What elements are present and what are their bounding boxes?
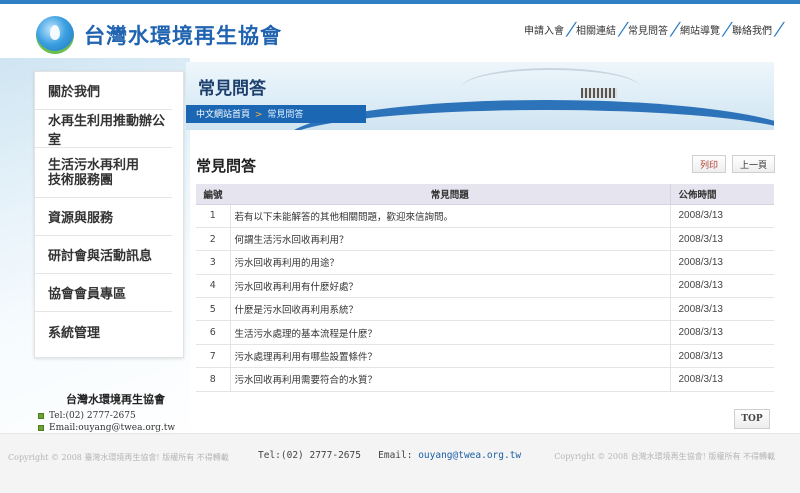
banner-title: 常見問答 — [198, 79, 266, 99]
row-num: 8 — [196, 367, 231, 392]
bullet-icon — [38, 425, 44, 431]
table-row: 1 若有以下未能解答的其他相關問題，歡迎來信詢問。 2008/3/13 — [196, 204, 774, 228]
footer-contact: Tel:(02) 2777-2675 Email: ouyang@twea.or… — [258, 450, 521, 461]
row-question-link[interactable]: 生活污水處理的基本流程是什麼？ — [230, 320, 670, 345]
row-date: 2008/3/13 — [669, 204, 774, 228]
org-info: 台灣水環境再生協會 Tel:(02) 2777-2675 Email:ouyan… — [38, 391, 175, 435]
row-question-link[interactable]: 什麼是污水回收再利用系統？ — [230, 297, 670, 322]
org-tel-line: Tel:(02) 2777-2675 — [38, 411, 175, 421]
table-row: 6 生活污水處理的基本流程是什麼？ 2008/3/13 — [196, 320, 774, 345]
row-num: 5 — [196, 297, 231, 322]
bullet-icon — [38, 413, 44, 419]
sidebar-menu: 關於我們 水再生利用推動辦公室 生活污水再利用 技術服務團 資源與服務 研討會與… — [34, 71, 184, 358]
row-question-link[interactable]: 污水處理再利用有哪些設置條件？ — [230, 344, 670, 369]
sidebar-item-about[interactable]: 關於我們 — [35, 72, 172, 110]
nav-join[interactable]: 申請入會 — [520, 22, 568, 37]
footer-copyright-left: Copyright © 2008 臺灣水環境再生協會! 版權所有 不得轉載 — [8, 453, 229, 462]
org-email[interactable]: Email:ouyang@twea.org.tw — [49, 423, 175, 433]
water-drop-logo-icon — [36, 16, 74, 54]
table-row: 2 何謂生活污水回收再利用？ 2008/3/13 — [196, 227, 774, 252]
row-date: 2008/3/13 — [669, 274, 774, 299]
footer-copyright-right: Copyright © 2008 台灣水環境再生協會! 版權所有 不得轉載 — [554, 452, 775, 461]
org-email-line: Email:ouyang@twea.org.tw — [38, 423, 175, 433]
row-question-link[interactable]: 何謂生活污水回收再利用？ — [230, 227, 670, 252]
banner-decoration-pattern — [581, 88, 617, 98]
faq-header-row: 編號 常見問題 公佈時間 — [196, 184, 774, 205]
breadcrumb-separator: > — [254, 110, 263, 120]
sidebar-item-tech-service[interactable]: 生活污水再利用 技術服務團 — [35, 148, 172, 198]
nav-sitemap[interactable]: 網站導覽 — [676, 22, 724, 37]
row-question-link[interactable]: 污水回收再利用需要符合的水質？ — [230, 367, 670, 392]
action-buttons: 列印 上一頁 — [692, 155, 776, 173]
row-date: 2008/3/13 — [669, 297, 774, 322]
row-num: 2 — [196, 227, 231, 252]
sidebar-item-tech-service-label: 生活污水再利用 技術服務團 — [48, 157, 140, 188]
table-row: 3 污水回收再利用的用途？ 2008/3/13 — [196, 250, 774, 275]
breadcrumb: 中文網站首頁 > 常見問答 — [196, 107, 303, 120]
column-header-num: 編號 — [196, 184, 230, 205]
faq-table: 編號 常見問題 公佈時間 1 若有以下未能解答的其他相關問題，歡迎來信詢問。 2… — [196, 184, 774, 392]
org-name: 台灣水環境再生協會 — [66, 393, 165, 406]
site-logo[interactable]: 台灣水環境再生協會 — [36, 16, 282, 54]
page-title: 常見問答 — [196, 157, 257, 175]
column-header-question: 常見問題 — [230, 184, 670, 205]
print-button[interactable]: 列印 — [692, 155, 727, 173]
row-num: 6 — [196, 320, 231, 345]
top-nav: 申請入會 / 相關連結 / 常見問答 / 網站導覽 / 聯絡我們 / — [520, 19, 786, 40]
sidebar-item-admin[interactable]: 系統管理 — [35, 312, 172, 350]
row-date: 2008/3/13 — [669, 320, 774, 345]
footer: Copyright © 2008 臺灣水環境再生協會! 版權所有 不得轉載 Te… — [0, 433, 800, 493]
table-row: 7 污水處理再利用有哪些設置條件？ 2008/3/13 — [196, 344, 774, 369]
footer-email-label: Email: — [378, 450, 413, 461]
row-date: 2008/3/13 — [669, 227, 774, 252]
nav-faq[interactable]: 常見問答 — [624, 22, 672, 37]
row-question-link[interactable]: 若有以下未能解答的其他相關問題，歡迎來信詢問。 — [230, 204, 670, 228]
row-date: 2008/3/13 — [669, 250, 774, 275]
row-num: 3 — [196, 250, 231, 275]
back-button[interactable]: 上一頁 — [732, 155, 776, 173]
sidebar-item-members[interactable]: 協會會員專區 — [35, 274, 172, 312]
nav-contact[interactable]: 聯絡我們 — [728, 22, 776, 37]
row-num: 7 — [196, 344, 231, 369]
header: 台灣水環境再生協會 申請入會 / 相關連結 / 常見問答 / 網站導覽 / 聯絡… — [0, 4, 800, 58]
sidebar-item-water-reuse-office[interactable]: 水再生利用推動辦公室 — [35, 110, 172, 148]
column-header-date: 公佈時間 — [669, 184, 774, 205]
page-banner: 常見問答 中文網站首頁 > 常見問答 — [186, 62, 774, 130]
row-question-link[interactable]: 污水回收再利用的用途？ — [230, 250, 670, 275]
row-date: 2008/3/13 — [669, 367, 774, 392]
site-name: 台灣水環境再生協會 — [84, 23, 282, 48]
breadcrumb-current: 常見問答 — [267, 110, 304, 120]
sidebar-item-resources[interactable]: 資源與服務 — [35, 198, 172, 236]
row-num: 4 — [196, 274, 231, 299]
back-to-top-button[interactable]: TOP — [734, 409, 770, 429]
table-row: 8 污水回收再利用需要符合的水質？ 2008/3/13 — [196, 367, 774, 392]
footer-email-link[interactable]: ouyang@twea.org.tw — [418, 450, 521, 461]
breadcrumb-home[interactable]: 中文網站首頁 — [196, 110, 250, 120]
row-question-link[interactable]: 污水回收再利用有什麼好處？ — [230, 274, 670, 299]
row-num: 1 — [196, 204, 231, 228]
nav-links[interactable]: 相關連結 — [572, 22, 620, 37]
table-row: 4 污水回收再利用有什麼好處？ 2008/3/13 — [196, 274, 774, 299]
org-tel: Tel:(02) 2777-2675 — [49, 411, 136, 421]
sidebar-item-seminars[interactable]: 研討會與活動訊息 — [35, 236, 172, 274]
footer-tel: Tel:(02) 2777-2675 — [258, 450, 361, 461]
table-row: 5 什麼是污水回收再利用系統？ 2008/3/13 — [196, 297, 774, 322]
row-date: 2008/3/13 — [669, 344, 774, 369]
